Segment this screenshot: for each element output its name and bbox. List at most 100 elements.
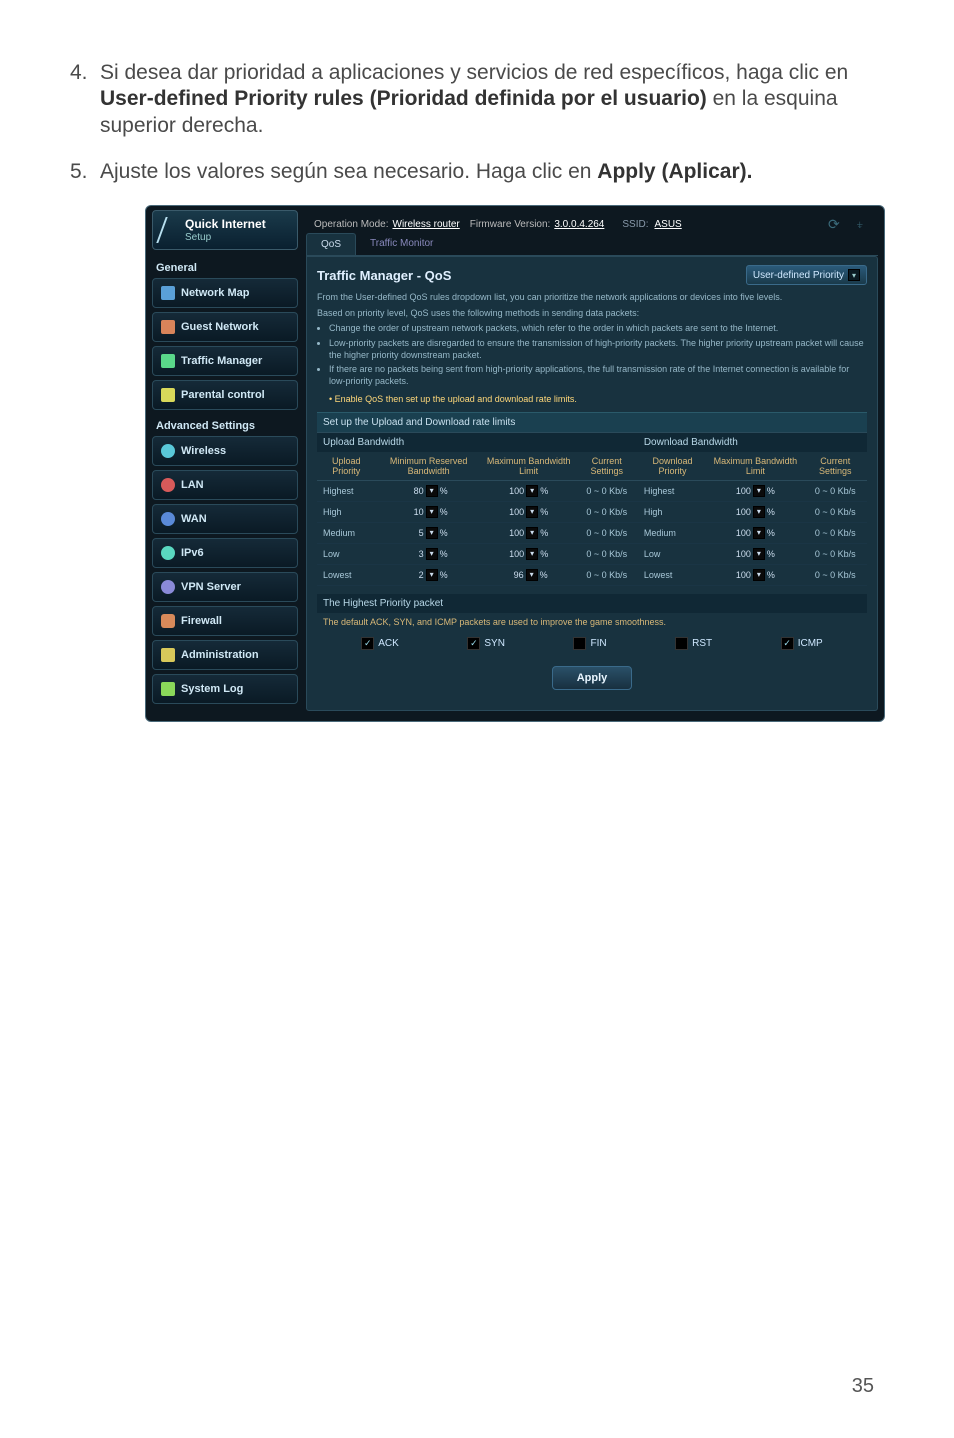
enable-qos-link[interactable]: • Enable QoS then set up the upload and … [317, 394, 867, 404]
qos-panel: Traffic Manager - QoS User-defined Prior… [306, 256, 878, 711]
sidebar-item-firewall[interactable]: Firewall [152, 606, 298, 636]
step-4-bold: User-defined Priority rules (Prioridad d… [100, 87, 707, 110]
sidebar-item-networkmap[interactable]: Network Map [152, 278, 298, 308]
step-5-number: 5. [70, 159, 100, 185]
sidebar-item-guest[interactable]: Guest Network [152, 312, 298, 342]
main-content: Operation Mode: Wireless router Firmware… [304, 206, 884, 721]
panel-desc-2: Based on priority level, QoS uses the fo… [317, 307, 867, 319]
sidebar-item-admin[interactable]: Administration [152, 640, 298, 670]
step-5-pre: Ajuste los valores según sea necesario. … [100, 160, 597, 183]
highest-priority-packet-header: The Highest Priority packet [317, 594, 867, 613]
sidebar-label-networkmap: Network Map [181, 287, 249, 299]
tab-traffic-monitor[interactable]: Traffic Monitor [356, 233, 447, 255]
label-rst: RST [692, 638, 712, 649]
sidebar-label-lan: LAN [181, 479, 204, 491]
checkbox-syn[interactable]: ✓ [467, 637, 480, 650]
min-reserved-select[interactable]: 80▾% [410, 485, 448, 497]
enable-qos-text: Enable QoS then set up the upload and do… [335, 394, 577, 404]
user-defined-priority-dropdown[interactable]: User-defined Priority ▾ [746, 265, 867, 285]
sidebar-item-vpn[interactable]: VPN Server [152, 572, 298, 602]
ssid-value[interactable]: ASUS [655, 219, 682, 230]
cell-current: 0 ~ 0 Kb/s [576, 501, 638, 522]
panel-bullets: Change the order of upstream network pac… [317, 323, 867, 387]
max-limit-select[interactable]: 100▾% [736, 506, 775, 518]
sidebar-label-admin: Administration [181, 649, 259, 661]
step-4: 4. Si desea dar prioridad a aplicaciones… [70, 60, 884, 139]
fw-label: Firmware Version: [470, 219, 551, 230]
wan-icon [161, 512, 175, 526]
sidebar-item-parental[interactable]: Parental control [152, 380, 298, 410]
max-limit-select[interactable]: 100▾% [509, 548, 548, 560]
label-ack: ACK [378, 638, 399, 649]
table-row: Low 100▾% 0 ~ 0 Kb/s [638, 543, 867, 564]
table-row: High 10▾% 100▾% 0 ~ 0 Kb/s [317, 501, 638, 522]
ssid-label: SSID: [622, 219, 648, 230]
table-row: High 100▾% 0 ~ 0 Kb/s [638, 501, 867, 522]
user-defined-priority-label: User-defined Priority [753, 270, 844, 281]
tab-qos[interactable]: QoS [306, 233, 356, 255]
syslog-icon [161, 682, 175, 696]
sidebar-label-wan: WAN [181, 513, 207, 525]
cell-priority: Medium [638, 522, 707, 543]
networkmap-icon [161, 286, 175, 300]
sidebar-label-ipv6: IPv6 [181, 547, 204, 559]
max-limit-select[interactable]: 100▾% [736, 569, 775, 581]
cell-current: 0 ~ 0 Kb/s [576, 480, 638, 501]
checkbox-fin[interactable] [573, 637, 586, 650]
sidebar-label-traffic: Traffic Manager [181, 355, 262, 367]
min-reserved-select[interactable]: 10▾% [410, 506, 448, 518]
vpn-icon [161, 580, 175, 594]
checkbox-ack[interactable]: ✓ [361, 637, 374, 650]
min-reserved-select[interactable]: 3▾% [410, 548, 448, 560]
min-reserved-select[interactable]: 2▾% [410, 569, 448, 581]
apply-button[interactable]: Apply [552, 666, 633, 690]
sidebar-item-ipv6[interactable]: IPv6 [152, 538, 298, 568]
cell-current: 0 ~ 0 Kb/s [804, 543, 867, 564]
max-limit-select[interactable]: 100▾% [736, 485, 775, 497]
table-row: Medium 100▾% 0 ~ 0 Kb/s [638, 522, 867, 543]
table-row: Medium 5▾% 100▾% 0 ~ 0 Kb/s [317, 522, 638, 543]
sidebar-item-wan[interactable]: WAN [152, 504, 298, 534]
sidebar-item-wireless[interactable]: Wireless [152, 436, 298, 466]
tabs: QoS Traffic Monitor [306, 233, 878, 256]
lan-icon [161, 478, 175, 492]
fw-value[interactable]: 3.0.0.4.264 [554, 219, 604, 230]
dropdown-arrow-icon: ▾ [848, 269, 860, 281]
checkbox-rst[interactable] [675, 637, 688, 650]
quick-internet-setup[interactable]: Quick Internet Setup [152, 210, 298, 250]
table-row: Lowest 2▾% 96▾% 0 ~ 0 Kb/s [317, 564, 638, 585]
max-limit-select[interactable]: 96▾% [510, 569, 548, 581]
panel-desc-1: From the User-defined QoS rules dropdown… [317, 291, 867, 303]
sidebar-label-wireless: Wireless [181, 445, 226, 457]
max-limit-select[interactable]: 100▾% [509, 485, 548, 497]
step-5-bold: Apply (Aplicar). [597, 160, 752, 183]
cell-priority: Lowest [317, 564, 375, 585]
col-max-limit-up: Maximum Bandwidth Limit [482, 452, 576, 481]
guest-icon [161, 320, 175, 334]
bullet-2: Low-priority packets are disregarded to … [329, 338, 867, 361]
opmode-value[interactable]: Wireless router [393, 219, 460, 230]
firewall-icon [161, 614, 175, 628]
min-reserved-select[interactable]: 5▾% [410, 527, 448, 539]
router-screenshot: Quick Internet Setup General Network Map… [145, 205, 885, 722]
cell-current: 0 ~ 0 Kb/s [576, 522, 638, 543]
max-limit-select[interactable]: 100▾% [509, 527, 548, 539]
max-limit-select[interactable]: 100▾% [736, 527, 775, 539]
col-current-up: Current Settings [576, 452, 638, 481]
sidebar-item-traffic[interactable]: Traffic Manager [152, 346, 298, 376]
rate-limits-header: Set up the Upload and Download rate limi… [317, 412, 867, 432]
parental-icon [161, 388, 175, 402]
sidebar-item-lan[interactable]: LAN [152, 470, 298, 500]
step-4-text: Si desea dar prioridad a aplicaciones y … [100, 60, 884, 139]
cell-priority: High [638, 501, 707, 522]
page-number: 35 [852, 1375, 874, 1398]
step-5-text: Ajuste los valores según sea necesario. … [100, 159, 884, 185]
max-limit-select[interactable]: 100▾% [509, 506, 548, 518]
max-limit-select[interactable]: 100▾% [736, 548, 775, 560]
checkbox-icmp[interactable]: ✓ [781, 637, 794, 650]
admin-icon [161, 648, 175, 662]
cell-current: 0 ~ 0 Kb/s [804, 501, 867, 522]
step-4-number: 4. [70, 60, 100, 139]
cell-priority: Lowest [638, 564, 707, 585]
sidebar-item-syslog[interactable]: System Log [152, 674, 298, 704]
